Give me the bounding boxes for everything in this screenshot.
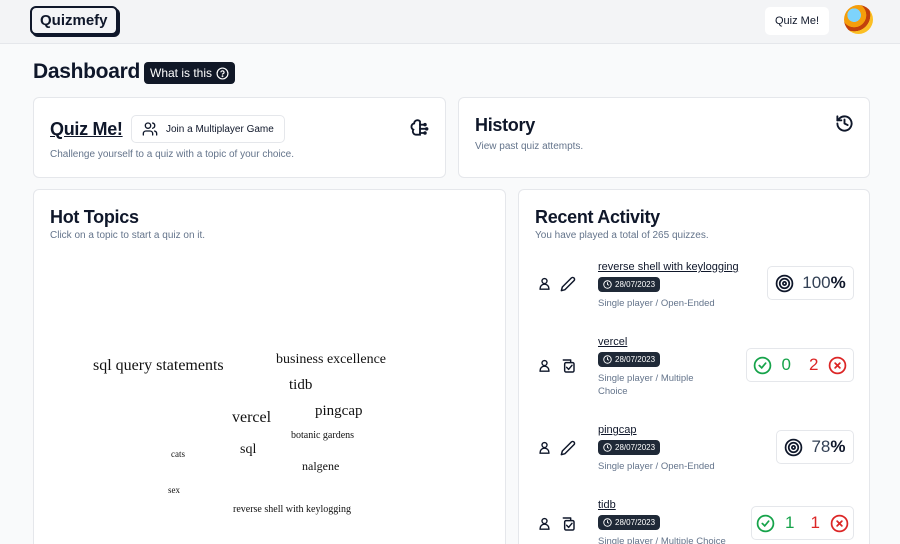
app-logo[interactable]: Quizmefy <box>30 6 118 35</box>
percent-sign: % <box>830 273 846 292</box>
clock-icon <box>603 518 612 527</box>
activity-date: 28/07/2023 <box>615 355 656 364</box>
topic-word[interactable]: pingcap <box>315 403 362 420</box>
users-icon <box>142 122 158 136</box>
activity-icons <box>537 440 576 456</box>
target-icon <box>785 438 803 456</box>
activity-type: Single player / Open-Ended <box>598 461 715 472</box>
score-percent-box: 78% <box>776 430 854 464</box>
hot-topics-title: Hot Topics <box>50 207 139 227</box>
quiz-me-nav-button[interactable]: Quiz Me! <box>765 7 829 35</box>
clock-icon <box>603 280 612 289</box>
activity-item[interactable]: pingcap 28/07/2023 Single player / Open-… <box>519 423 871 483</box>
topic-word[interactable]: cats <box>171 449 185 459</box>
activity-icons <box>537 276 576 292</box>
quiz-me-subtitle: Challenge yourself to a quiz with a topi… <box>50 149 295 160</box>
history-title: History <box>475 115 535 135</box>
recent-activity-subtitle: You have played a total of 265 quizzes. <box>535 230 709 241</box>
pencil-icon <box>560 440 576 456</box>
top-navbar: Quizmefy Quiz Me! <box>0 0 900 44</box>
activity-type: Single player / Open-Ended <box>598 298 715 309</box>
user-icon <box>539 277 550 290</box>
activity-topic-link[interactable]: tidb <box>598 499 616 511</box>
history-icon <box>836 115 853 132</box>
topic-word[interactable]: tidb <box>289 377 312 394</box>
checkbox-icon <box>562 359 575 373</box>
score-correct-wrong-box: 1 1 <box>751 506 854 540</box>
recent-activity-title: Recent Activity <box>535 207 660 227</box>
date-badge: 28/07/2023 <box>598 515 661 530</box>
user-icon <box>539 441 550 454</box>
hot-topics-card: Hot Topics Click on a topic to start a q… <box>33 189 506 544</box>
correct-count: 1 <box>785 513 795 532</box>
date-badge: 28/07/2023 <box>598 277 661 292</box>
pencil-icon <box>560 276 576 292</box>
what-is-this-button[interactable]: What is this <box>144 62 236 84</box>
score-percent: 78 <box>811 437 831 456</box>
activity-topic-link[interactable]: pingcap <box>598 424 637 436</box>
score-percent: 100 <box>802 273 831 292</box>
activity-item[interactable]: tidb 28/07/2023 Single player / Multiple… <box>519 498 871 544</box>
join-multiplayer-label: Join a Multiplayer Game <box>166 123 274 135</box>
score-percent-box: 100% <box>767 266 854 300</box>
user-avatar[interactable] <box>844 5 873 34</box>
quiz-me-card[interactable]: Quiz Me! Join a Multiplayer Game Challen… <box>33 97 446 178</box>
x-circle-icon <box>829 356 847 374</box>
topic-word[interactable]: business excellence <box>276 352 386 368</box>
activity-item[interactable]: reverse shell with keylogging 28/07/2023… <box>519 260 871 320</box>
activity-icons <box>537 516 576 532</box>
join-multiplayer-button[interactable]: Join a Multiplayer Game <box>131 115 285 143</box>
check-circle-icon <box>756 514 775 532</box>
x-circle-icon <box>830 514 849 532</box>
wrong-count: 1 <box>810 513 820 532</box>
history-card[interactable]: History View past quiz attempts. <box>458 97 870 178</box>
quiz-me-title[interactable]: Quiz Me! <box>50 119 123 140</box>
topic-word[interactable]: reverse shell with keylogging <box>233 504 351 515</box>
correct-count: 0 <box>781 355 791 374</box>
activity-date: 28/07/2023 <box>615 280 656 289</box>
topic-word[interactable]: sql <box>240 442 256 458</box>
activity-type: Single player / Multiple Choice <box>598 373 694 397</box>
checkbox-icon <box>562 517 575 531</box>
recent-activity-card: Recent Activity You have played a total … <box>518 189 870 544</box>
activity-topic-link[interactable]: reverse shell with keylogging <box>598 261 739 273</box>
page-title: Dashboard <box>33 60 140 83</box>
activity-icons <box>537 358 576 374</box>
clock-icon <box>603 443 612 452</box>
date-badge: 28/07/2023 <box>598 440 661 455</box>
target-icon <box>775 274 794 292</box>
user-icon <box>539 517 550 530</box>
user-icon <box>539 359 550 372</box>
clock-icon <box>603 355 612 364</box>
activity-date: 28/07/2023 <box>615 443 656 452</box>
date-badge: 28/07/2023 <box>598 352 661 367</box>
check-circle-icon <box>753 356 771 374</box>
activity-date: 28/07/2023 <box>615 518 656 527</box>
brain-circuit-icon <box>410 119 429 136</box>
activity-item[interactable]: vercel 28/07/2023 Single player / Multip… <box>519 335 871 400</box>
what-is-this-label: What is this <box>150 66 213 80</box>
history-subtitle: View past quiz attempts. <box>475 141 584 152</box>
score-correct-wrong-box: 0 2 <box>746 348 854 382</box>
activity-topic-link[interactable]: vercel <box>598 336 627 348</box>
hot-topics-subtitle: Click on a topic to start a quiz on it. <box>50 230 206 241</box>
help-circle-icon <box>216 66 229 80</box>
topic-word[interactable]: sql query statements <box>93 357 224 375</box>
wrong-count: 2 <box>809 355 819 374</box>
topic-word[interactable]: vercel <box>232 409 271 427</box>
percent-sign: % <box>830 437 846 456</box>
topic-word[interactable]: botanic gardens <box>291 430 354 441</box>
topic-word[interactable]: sex <box>168 485 180 495</box>
topic-word[interactable]: nalgene <box>302 459 339 474</box>
activity-type: Single player / Multiple Choice <box>598 536 726 544</box>
